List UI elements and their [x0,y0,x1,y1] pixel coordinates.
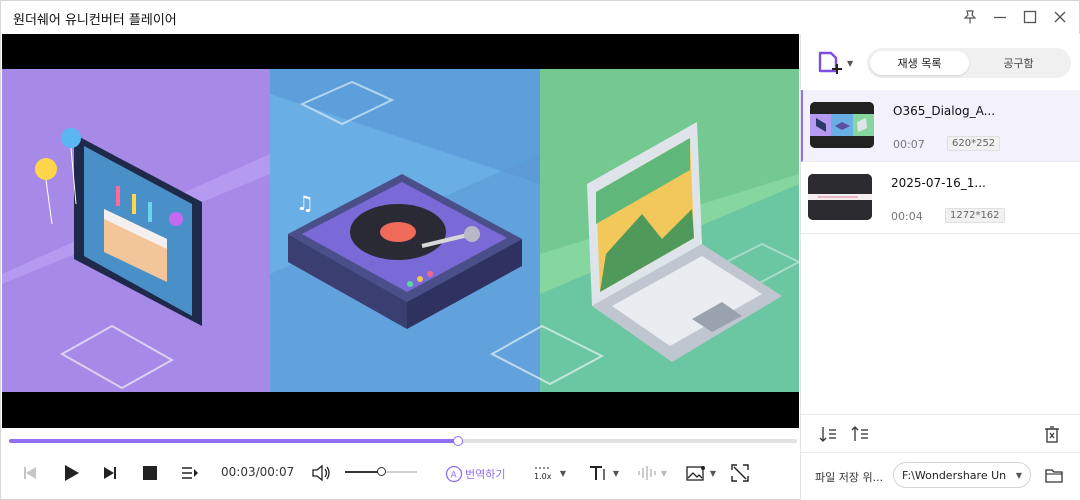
sort-ascending-icon [819,427,836,442]
svg-text:♫: ♫ [296,191,314,215]
close-icon [1054,11,1066,23]
window-title: 원더쉐어 유니컨버터 플레이어 [13,13,177,28]
save-location-label: 파일 저장 위... [815,471,884,484]
fullscreen-button[interactable] [729,462,751,484]
speed-chevron-down-icon: ▼ [559,468,567,478]
item-duration: 00:04 [891,210,923,223]
save-location-chevron-down-icon: ▼ [1015,471,1022,480]
svg-text:A: A [451,471,458,481]
volume-fill [345,471,381,473]
video-thumbnail [810,102,874,148]
next-button[interactable] [99,463,121,483]
text-subtitle-icon [589,466,605,480]
close-button[interactable] [1047,6,1073,28]
playlist-panel: ▼ 재생 목록 공구함 O365_Dialog_A... 00:07 620*2… [800,34,1080,500]
trash-icon [1045,425,1059,443]
title-bar: 원더쉐어 유니컨버터 플레이어 [1,1,1080,33]
save-location-select[interactable]: F:\Wondershare Un ▼ [893,462,1031,488]
item-name: O365_Dialog_A... [893,104,996,118]
video-frame: ♫ [2,34,799,428]
maximize-icon [1023,10,1037,24]
playlist-item[interactable]: O365_Dialog_A... 00:07 620*252 [801,90,1080,162]
item-resolution: 1272*162 [945,208,1005,223]
player-window: 원더쉐어 유니컨버터 플레이어 ♫ 00:03/00:07 A 번역하기 1.0… [0,0,1080,500]
playlist-toolbar [801,414,1080,452]
pin-button[interactable] [957,6,983,28]
tab-playlist[interactable]: 재생 목록 [870,51,969,75]
folder-icon [1045,468,1063,483]
snapshot-button[interactable]: ▼ [681,463,721,483]
save-location-value: F:\Wondershare Un [902,468,1007,482]
speed-icon: 1.0x [534,467,552,481]
item-name: 2025-07-16_1... [891,176,986,190]
audio-wave-icon [638,466,656,480]
volume-icon [312,464,330,482]
stop-button[interactable] [139,463,161,483]
seek-handle[interactable] [453,436,464,446]
image-snapshot-icon [686,465,705,481]
previous-button[interactable] [19,463,41,483]
video-thumbnail [808,174,872,220]
add-file-button[interactable]: ▼ [817,50,857,76]
play-icon [65,465,79,481]
item-duration: 00:07 [893,138,925,151]
audio-chevron-down-icon: ▼ [660,468,668,478]
audio-track-button[interactable]: ▼ [633,463,671,483]
clear-list-button[interactable] [1041,424,1063,444]
video-viewport[interactable]: ♫ [2,34,799,428]
seek-bar[interactable] [9,435,797,447]
tab-toolbox[interactable]: 공구함 [969,51,1068,75]
playlist-icon [182,467,198,479]
skip-previous-icon [24,467,36,479]
maximize-button[interactable] [1017,6,1043,28]
subtitle-button[interactable]: ▼ [585,463,623,483]
fullscreen-icon [731,464,749,482]
snapshot-chevron-down-icon: ▼ [709,468,717,478]
sort-descending-icon [851,426,868,441]
add-file-chevron-down-icon: ▼ [847,58,854,68]
seek-fill [9,439,459,443]
panel-tabs: 재생 목록 공구함 [867,48,1071,78]
speed-button[interactable]: 1.0x ▼ [527,463,571,483]
playlist-item[interactable]: 2025-07-16_1... 00:04 1272*162 [801,162,1080,234]
open-folder-button[interactable] [1043,465,1065,485]
play-button[interactable] [59,461,83,485]
volume-handle[interactable] [377,467,386,476]
translate-icon: A [445,465,463,483]
subtitle-chevron-down-icon: ▼ [612,468,620,478]
add-file-icon [818,51,842,74]
playlist-toggle-button[interactable] [179,463,201,483]
minimize-icon [994,16,1006,19]
minimize-button[interactable] [987,6,1013,28]
sort-descending-button[interactable] [849,424,871,444]
translate-label: 번역하기 [465,468,506,481]
item-resolution: 620*252 [947,136,1001,151]
sort-ascending-button[interactable] [817,424,839,444]
volume-button[interactable] [309,462,333,484]
stop-icon [143,466,157,480]
time-display: 00:03/00:07 [221,465,295,479]
skip-next-icon [104,467,116,479]
pin-icon [963,10,977,24]
speed-label: 1.0x [534,472,552,481]
save-location-bar: 파일 저장 위... F:\Wondershare Un ▼ [801,452,1080,500]
translate-button[interactable]: A 번역하기 [445,464,505,484]
